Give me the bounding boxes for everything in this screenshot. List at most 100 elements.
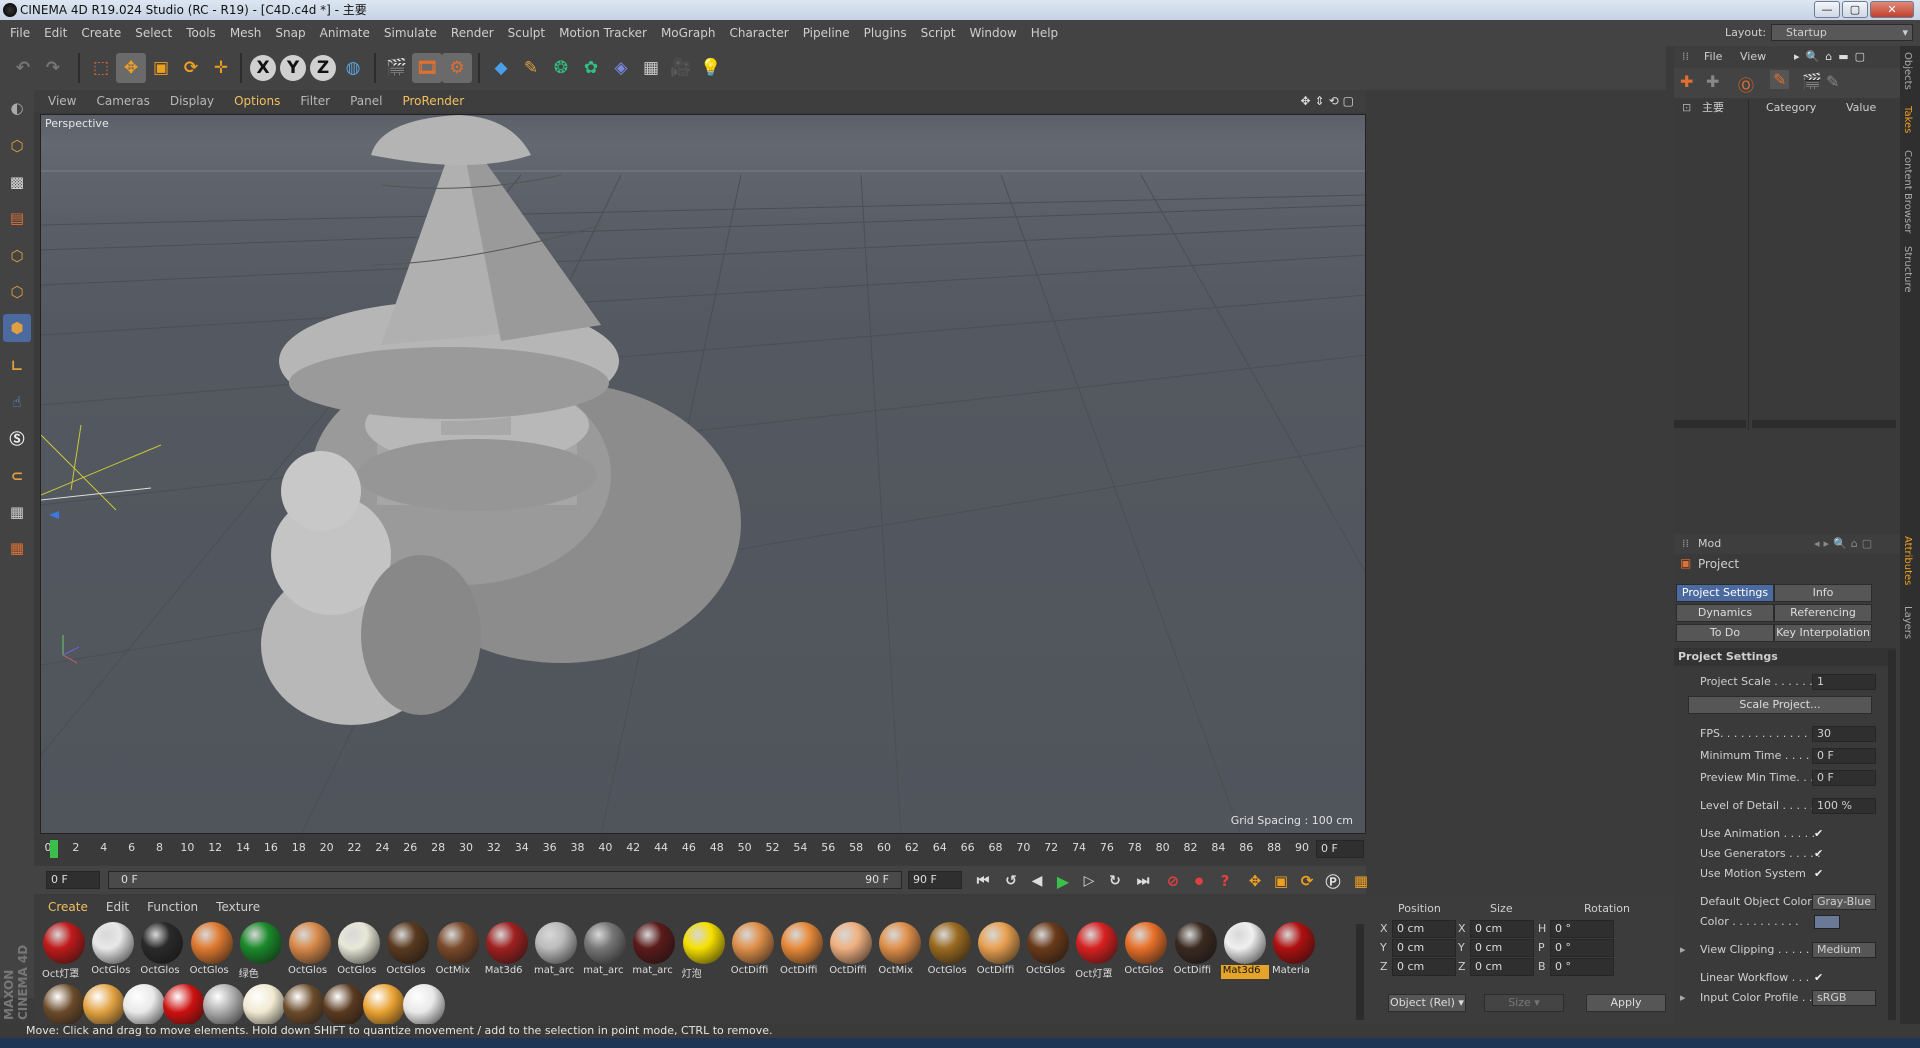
material-swatch[interactable]: OctDiffi	[729, 920, 777, 980]
take-root-label[interactable]: 主要	[1702, 100, 1724, 116]
menu-edit[interactable]: Edit	[44, 26, 67, 40]
tab-content-browser[interactable]: Content Browser	[1902, 150, 1913, 233]
world-coordinates-icon[interactable]: ◍	[338, 53, 368, 83]
floor-icon[interactable]: ▦	[636, 53, 666, 83]
input-color-profile-dropdown[interactable]: sRGB	[1812, 990, 1876, 1006]
fps-field[interactable]: 30	[1812, 726, 1876, 742]
material-swatch[interactable]: 灯泡	[680, 920, 728, 980]
deformer-icon[interactable]: ◈	[606, 53, 636, 83]
material-scrollbar[interactable]	[1356, 924, 1364, 1020]
scale-tool-icon[interactable]: ▣	[146, 53, 176, 83]
viewport-menu-display[interactable]: Display	[170, 94, 214, 108]
render-settings-icon[interactable]: ⚙	[442, 53, 472, 83]
material-swatch[interactable]: OctDiffi	[827, 920, 875, 980]
material-swatch[interactable]: OctGlos	[286, 920, 334, 980]
model-mode-icon[interactable]: ⬡	[3, 132, 31, 160]
expand-arrow-icon[interactable]: ▸	[1680, 940, 1686, 960]
viewport-menu-filter[interactable]: Filter	[300, 94, 330, 108]
material-swatch[interactable]: mat_arc	[630, 920, 678, 980]
snap-icon[interactable]: ⊂	[3, 462, 31, 490]
rotation-field[interactable]: 0 °	[1550, 958, 1614, 976]
menu-help[interactable]: Help	[1031, 26, 1058, 40]
render-picture-viewer-icon[interactable]: 🎞	[412, 53, 442, 83]
material-swatch[interactable]: OctGlos	[926, 920, 974, 980]
perspective-viewport[interactable]: Perspective Grid Spacing : 100 cm	[40, 114, 1366, 834]
undo-icon[interactable]: ↶	[8, 53, 38, 83]
end-frame-field[interactable]: 90 F	[908, 871, 962, 889]
timeline-ruler[interactable]: 0 2 4 6 8 10 12 14 16 18 20 22 24 26 28 30 32 34 36 38 40 42 4…	[34, 836, 1366, 864]
size-mode-dropdown[interactable]: Size ▾	[1484, 994, 1564, 1012]
tab-structure[interactable]: Structure	[1902, 246, 1913, 293]
tab-referencing[interactable]: Referencing	[1774, 604, 1872, 622]
array-icon[interactable]: ✿	[576, 53, 606, 83]
layout-dropdown[interactable]: Startup ▾	[1771, 24, 1913, 41]
start-frame-field[interactable]: 0 F	[46, 871, 100, 889]
z-axis-lock-button[interactable]: Z	[310, 55, 336, 81]
tab-attributes[interactable]: Attributes	[1902, 536, 1913, 585]
tab-layers[interactable]: Layers	[1902, 606, 1913, 639]
next-key-icon[interactable]: ↻	[1100, 866, 1130, 896]
maximize-button[interactable]: ▢	[1842, 1, 1868, 18]
view-clipping-dropdown[interactable]: Medium	[1812, 942, 1876, 958]
material-menu-edit[interactable]: Edit	[106, 900, 129, 914]
playhead-marker[interactable]	[50, 840, 58, 858]
material-menu-texture[interactable]: Texture	[216, 900, 260, 914]
material-swatch[interactable]: 绿色	[237, 920, 285, 980]
rotation-field[interactable]: 0 °	[1550, 939, 1614, 957]
material-swatch[interactable]: mat_arc	[581, 920, 629, 980]
position-field[interactable]: 0 cm	[1392, 958, 1456, 976]
keyframe-selection-icon[interactable]: ?	[1210, 866, 1240, 896]
menu-window[interactable]: Window	[969, 26, 1016, 40]
tab-project-settings[interactable]: Project Settings	[1676, 584, 1774, 602]
menu-snap[interactable]: Snap	[275, 26, 305, 40]
material-swatch[interactable]: OctGlos	[89, 920, 137, 980]
attributes-scrollbar[interactable]	[1888, 650, 1896, 1020]
coordinate-mode-dropdown[interactable]: Object (Rel) ▾	[1388, 994, 1466, 1012]
material-swatch[interactable]: OctGlos	[188, 920, 236, 980]
workplane-icon[interactable]: ▤	[3, 204, 31, 232]
menu-script[interactable]: Script	[921, 26, 956, 40]
add-take-icon[interactable]: ✚	[1706, 72, 1719, 91]
viewport-menu-prorender[interactable]: ProRender	[402, 94, 464, 108]
edges-mode-icon[interactable]: ⬡	[3, 278, 31, 306]
expand-arrow-icon[interactable]: ▸	[1680, 988, 1686, 1008]
enable-axis-icon[interactable]: ∟	[3, 352, 31, 380]
material-swatch[interactable]: OctMix	[434, 920, 482, 980]
recent-tool-icon[interactable]: ✛	[206, 53, 236, 83]
x-axis-lock-button[interactable]: X	[250, 55, 276, 81]
material-swatch[interactable]	[400, 982, 448, 1026]
material-menu-function[interactable]: Function	[147, 900, 198, 914]
tab-objects[interactable]: Objects	[1902, 52, 1913, 90]
material-swatch[interactable]: OctGlos	[384, 920, 432, 980]
override-icon[interactable]: ✎	[1770, 70, 1790, 89]
linear-workflow-checkbox[interactable]: ✔	[1814, 972, 1824, 983]
menu-select[interactable]: Select	[135, 26, 172, 40]
minimum-time-field[interactable]: 0 F	[1812, 748, 1876, 764]
use-animation-checkbox[interactable]: ✔	[1814, 828, 1824, 839]
tab-info[interactable]: Info	[1774, 584, 1872, 602]
material-swatch[interactable]: Materia	[1270, 920, 1318, 980]
camera-icon[interactable]: 🎥	[666, 53, 696, 83]
position-field[interactable]: 0 cm	[1392, 920, 1456, 938]
objects-menu-view[interactable]: View	[1740, 46, 1766, 68]
rotate-tool-icon[interactable]: ⟳	[176, 53, 206, 83]
move-tool-icon[interactable]: ✥	[116, 53, 146, 83]
menu-mograph[interactable]: MoGraph	[661, 26, 716, 40]
attributes-nav-icons[interactable]: ◂▸🔍⌂▢	[1814, 534, 1876, 554]
minimize-button[interactable]: —	[1814, 1, 1840, 18]
apply-button[interactable]: Apply	[1586, 994, 1666, 1012]
solo-icon[interactable]: Ⓢ	[3, 424, 31, 452]
size-field[interactable]: 0 cm	[1470, 920, 1534, 938]
material-swatch[interactable]: Mat3d6	[1220, 920, 1269, 980]
viewport-menu-view[interactable]: View	[48, 94, 76, 108]
material-swatch[interactable]: OctDiffi	[975, 920, 1023, 980]
spline-pen-icon[interactable]: ✎	[516, 53, 546, 83]
material-swatch[interactable]: OctGlos	[1122, 920, 1170, 980]
tab-dynamics[interactable]: Dynamics	[1676, 604, 1774, 622]
close-button[interactable]: ✕	[1870, 1, 1914, 18]
tab-takes[interactable]: Takes	[1902, 106, 1913, 133]
position-field[interactable]: 0 cm	[1392, 939, 1456, 957]
render-view-icon[interactable]: 🎬	[382, 53, 412, 83]
points-mode-icon[interactable]: ⬡	[3, 242, 31, 270]
menu-simulate[interactable]: Simulate	[384, 26, 437, 40]
